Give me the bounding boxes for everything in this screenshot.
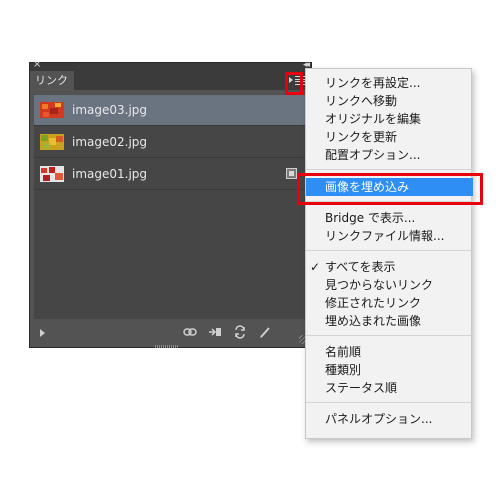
panel-titlebar: × ◂◂: [30, 59, 311, 71]
links-panel: × ◂◂ リンク image03.jpg image02.jpg image01…: [29, 59, 312, 348]
menu-item-show-embedded[interactable]: 埋め込まれた画像: [306, 312, 473, 330]
menu-separator: [306, 402, 473, 403]
panel-tabbar: リンク: [30, 71, 311, 90]
checkmark-icon: ✓: [310, 260, 321, 274]
menu-item-label: すべてを表示: [325, 260, 396, 274]
image-thumbnail-icon: [40, 166, 64, 182]
menu-separator: [306, 169, 473, 170]
relink-icon[interactable]: [183, 325, 197, 339]
list-item[interactable]: image02.jpg: [34, 127, 305, 158]
annotation-highlight-menu-button: [285, 72, 303, 95]
menu-item-go-to-link[interactable]: リンクへ移動: [306, 92, 473, 110]
tab-links[interactable]: リンク: [30, 71, 74, 90]
links-list: image03.jpg image02.jpg image01.jpg: [34, 95, 305, 319]
menu-item-update-link[interactable]: リンクを更新: [306, 128, 473, 146]
panel-bottom-bar: [30, 321, 311, 347]
menu-item-reveal-in-bridge[interactable]: Bridge で表示...: [306, 209, 473, 227]
image-thumbnail-icon: [40, 134, 64, 150]
list-item[interactable]: image03.jpg: [34, 95, 305, 126]
goto-link-icon[interactable]: [208, 325, 222, 339]
menu-separator: [306, 335, 473, 336]
menu-item-sort-by-name[interactable]: 名前順: [306, 343, 473, 361]
menu-item-relink[interactable]: リンクを再設定...: [306, 74, 473, 92]
menu-item-panel-options[interactable]: パネルオプション...: [306, 410, 473, 428]
menu-separator: [306, 250, 473, 251]
menu-item-edit-original[interactable]: オリジナルを編集: [306, 110, 473, 128]
update-link-icon[interactable]: [233, 325, 247, 339]
annotation-highlight-embed-image: [297, 173, 483, 205]
image-thumbnail-icon: [40, 102, 64, 118]
embedded-icon: [286, 168, 297, 179]
panel-resize-handle[interactable]: [155, 345, 179, 348]
file-name: image03.jpg: [72, 103, 148, 117]
menu-item-sort-by-kind[interactable]: 種類別: [306, 361, 473, 379]
file-name: image02.jpg: [72, 135, 148, 149]
menu-item-show-modified[interactable]: 修正されたリンク: [306, 294, 473, 312]
menu-item-show-all[interactable]: ✓ すべてを表示: [306, 258, 473, 276]
close-icon[interactable]: ×: [33, 59, 41, 71]
menu-item-placement-options[interactable]: 配置オプション...: [306, 146, 473, 164]
file-name: image01.jpg: [72, 167, 148, 181]
edit-original-icon[interactable]: [258, 325, 272, 339]
list-item[interactable]: image01.jpg: [34, 159, 305, 190]
menu-item-sort-by-status[interactable]: ステータス順: [306, 379, 473, 397]
menu-item-show-missing[interactable]: 見つからないリンク: [306, 276, 473, 294]
show-info-icon[interactable]: [40, 329, 45, 337]
panel-flyout-menu: リンクを再設定... リンクへ移動 オリジナルを編集 リンクを更新 配置オプショ…: [305, 68, 473, 439]
menu-item-link-file-info[interactable]: リンクファイル情報...: [306, 227, 473, 245]
